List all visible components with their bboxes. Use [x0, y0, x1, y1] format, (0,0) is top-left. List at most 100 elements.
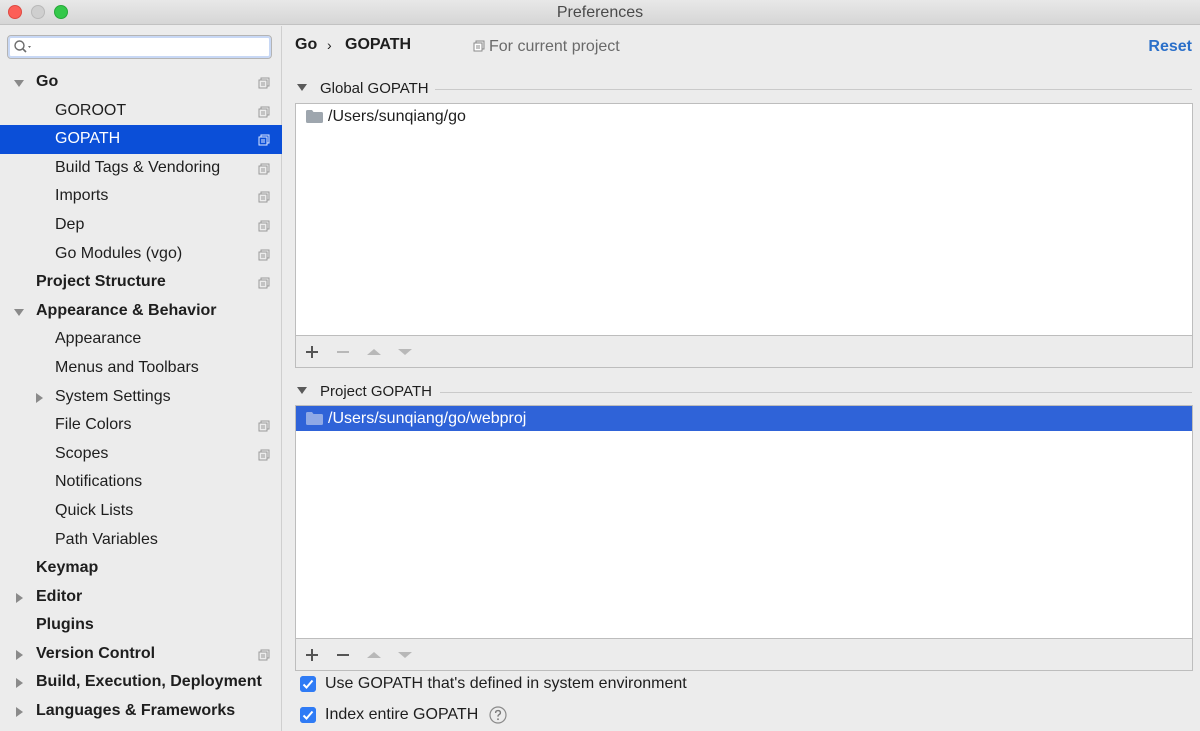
sidebar-item-languages-and-frameworks[interactable]: Languages & Frameworks	[0, 697, 282, 726]
reset-link[interactable]: Reset	[1148, 38, 1192, 56]
collapsed-arrow-icon[interactable]	[34, 392, 44, 403]
project-scope-icon	[258, 249, 270, 261]
project-gopath-title: Project GOPATH	[320, 383, 432, 400]
project-scope-icon	[258, 134, 270, 146]
sidebar-item-label: Build, Execution, Deployment	[36, 673, 262, 691]
settings-tree: Go GOROOT GOPATH Build Tags & Vendoring Impo…	[0, 68, 282, 726]
gopath-entry-path: /Users/sunqiang/go/webproj	[328, 410, 527, 427]
sidebar-item-label: Go	[36, 73, 59, 90]
sidebar-item-build-tags-and-vendoring[interactable]: Build Tags & Vendoring	[0, 154, 282, 183]
add-icon[interactable]	[304, 647, 320, 663]
sidebar-item-label: GOPATH	[55, 130, 121, 148]
sidebar-item-label: Appearance & Behavior	[36, 301, 217, 319]
folder-icon	[306, 110, 323, 123]
section-divider	[440, 392, 1192, 393]
sidebar-item-build-execution-deployment[interactable]: Build, Execution, Deployment	[0, 668, 282, 697]
add-icon[interactable]	[304, 344, 320, 360]
help-icon[interactable]	[489, 706, 507, 724]
breadcrumb-root[interactable]: Go	[295, 36, 317, 54]
sidebar-item-label: Appearance	[55, 330, 142, 348]
expanded-arrow-icon	[297, 387, 307, 394]
global-gopath-title: Global GOPATH	[320, 80, 429, 97]
expanded-arrow-icon[interactable]	[14, 307, 24, 317]
remove-icon[interactable]	[335, 647, 351, 663]
sidebar-item-system-settings[interactable]: System Settings	[0, 383, 282, 412]
sidebar-item-label: Build Tags & Vendoring	[55, 158, 221, 176]
sidebar-item-goroot[interactable]: GOROOT	[0, 97, 282, 126]
expanded-arrow-icon	[297, 84, 307, 91]
project-scope-icon	[258, 420, 270, 432]
project-gopath-header[interactable]: Project GOPATH	[297, 382, 1192, 402]
folder-icon	[306, 412, 323, 425]
move-down-icon[interactable]	[397, 647, 413, 663]
sidebar-item-menus-and-toolbars[interactable]: Menus and Toolbars	[0, 354, 282, 383]
sidebar-item-label: Quick Lists	[55, 501, 134, 519]
sidebar-item-appearance[interactable]: Appearance	[0, 325, 282, 354]
move-up-icon[interactable]	[366, 647, 382, 663]
scope-note-label: For current project	[489, 38, 620, 55]
sidebar-item-path-variables[interactable]: Path Variables	[0, 526, 282, 555]
project-scope-icon	[258, 191, 270, 203]
remove-icon[interactable]	[335, 344, 351, 360]
sidebar-item-go[interactable]: Go	[0, 68, 282, 97]
gopath-entry[interactable]: /Users/sunqiang/go/webproj	[296, 406, 1192, 431]
project-scope-icon	[258, 220, 270, 232]
checkbox-checked-icon[interactable]	[300, 707, 316, 723]
settings-search-box[interactable]	[7, 35, 272, 59]
sidebar-item-imports[interactable]: Imports	[0, 182, 282, 211]
sidebar-item-label: System Settings	[55, 387, 171, 405]
sidebar-item-dep[interactable]: Dep	[0, 211, 282, 240]
sidebar-item-gopath[interactable]: GOPATH	[0, 125, 282, 154]
sidebar-item-scopes[interactable]: Scopes	[0, 440, 282, 469]
sidebar-item-label: Scopes	[55, 444, 109, 462]
expanded-arrow-icon[interactable]	[14, 78, 24, 88]
gopath-entry[interactable]: /Users/sunqiang/go	[296, 104, 1192, 129]
collapsed-arrow-icon[interactable]	[14, 707, 24, 718]
sidebar-item-label: Dep	[55, 215, 85, 233]
checkbox-checked-icon[interactable]	[300, 676, 316, 692]
sidebar-item-project-structure[interactable]: Project Structure	[0, 268, 282, 297]
move-up-icon[interactable]	[366, 344, 382, 360]
sidebar-item-label: Version Control	[36, 644, 156, 662]
project-scope-icon	[473, 40, 485, 52]
settings-search-input[interactable]	[36, 38, 266, 56]
move-down-icon[interactable]	[397, 344, 413, 360]
sidebar-item-go-modules-vgo[interactable]: Go Modules (vgo)	[0, 240, 282, 269]
sidebar-item-label: Path Variables	[55, 530, 158, 548]
collapsed-arrow-icon[interactable]	[14, 649, 24, 660]
sidebar-item-file-colors[interactable]: File Colors	[0, 411, 282, 440]
project-gopath-toolbar	[295, 639, 1193, 671]
index-entire-gopath-label[interactable]: Index entire GOPATH	[325, 706, 478, 724]
sidebar-item-label: Plugins	[36, 616, 94, 634]
sidebar-item-notifications[interactable]: Notifications	[0, 468, 282, 497]
sidebar-item-label: Imports	[55, 187, 109, 205]
collapsed-arrow-icon[interactable]	[14, 592, 24, 603]
project-scope-icon	[258, 163, 270, 175]
collapsed-arrow-icon[interactable]	[14, 678, 24, 689]
project-scope-icon	[258, 449, 270, 461]
project-scope-icon	[258, 649, 270, 661]
gopath-entry-path: /Users/sunqiang/go	[328, 108, 466, 125]
title-bar: Preferences	[0, 0, 1200, 25]
sidebar-item-label: Menus and Toolbars	[55, 358, 199, 376]
sidebar-item-plugins[interactable]: Plugins	[0, 611, 282, 640]
scope-note: For current project	[473, 38, 620, 56]
sidebar-item-keymap[interactable]: Keymap	[0, 554, 282, 583]
global-gopath-header[interactable]: Global GOPATH	[297, 79, 1192, 99]
sidebar-item-version-control[interactable]: Version Control	[0, 640, 282, 669]
sidebar-item-label: Editor	[36, 587, 83, 605]
sidebar-item-appearance-and-behavior[interactable]: Appearance & Behavior	[0, 297, 282, 326]
breadcrumb-current: GOPATH	[345, 36, 412, 53]
global-gopath-toolbar	[295, 336, 1193, 368]
use-system-gopath-label[interactable]: Use GOPATH that's defined in system envi…	[325, 675, 687, 693]
window-title: Preferences	[556, 4, 644, 21]
breadcrumb-separator: ›	[327, 37, 332, 53]
section-divider	[435, 89, 1192, 90]
sidebar-item-editor[interactable]: Editor	[0, 583, 282, 612]
sidebar-item-quick-lists[interactable]: Quick Lists	[0, 497, 282, 526]
sidebar-item-label: Go Modules (vgo)	[55, 244, 183, 262]
project-scope-icon	[258, 77, 270, 89]
sidebar-item-label: Languages & Frameworks	[36, 702, 236, 720]
project-gopath-list[interactable]: /Users/sunqiang/go/webproj	[295, 405, 1193, 639]
global-gopath-list[interactable]: /Users/sunqiang/go	[295, 103, 1193, 336]
